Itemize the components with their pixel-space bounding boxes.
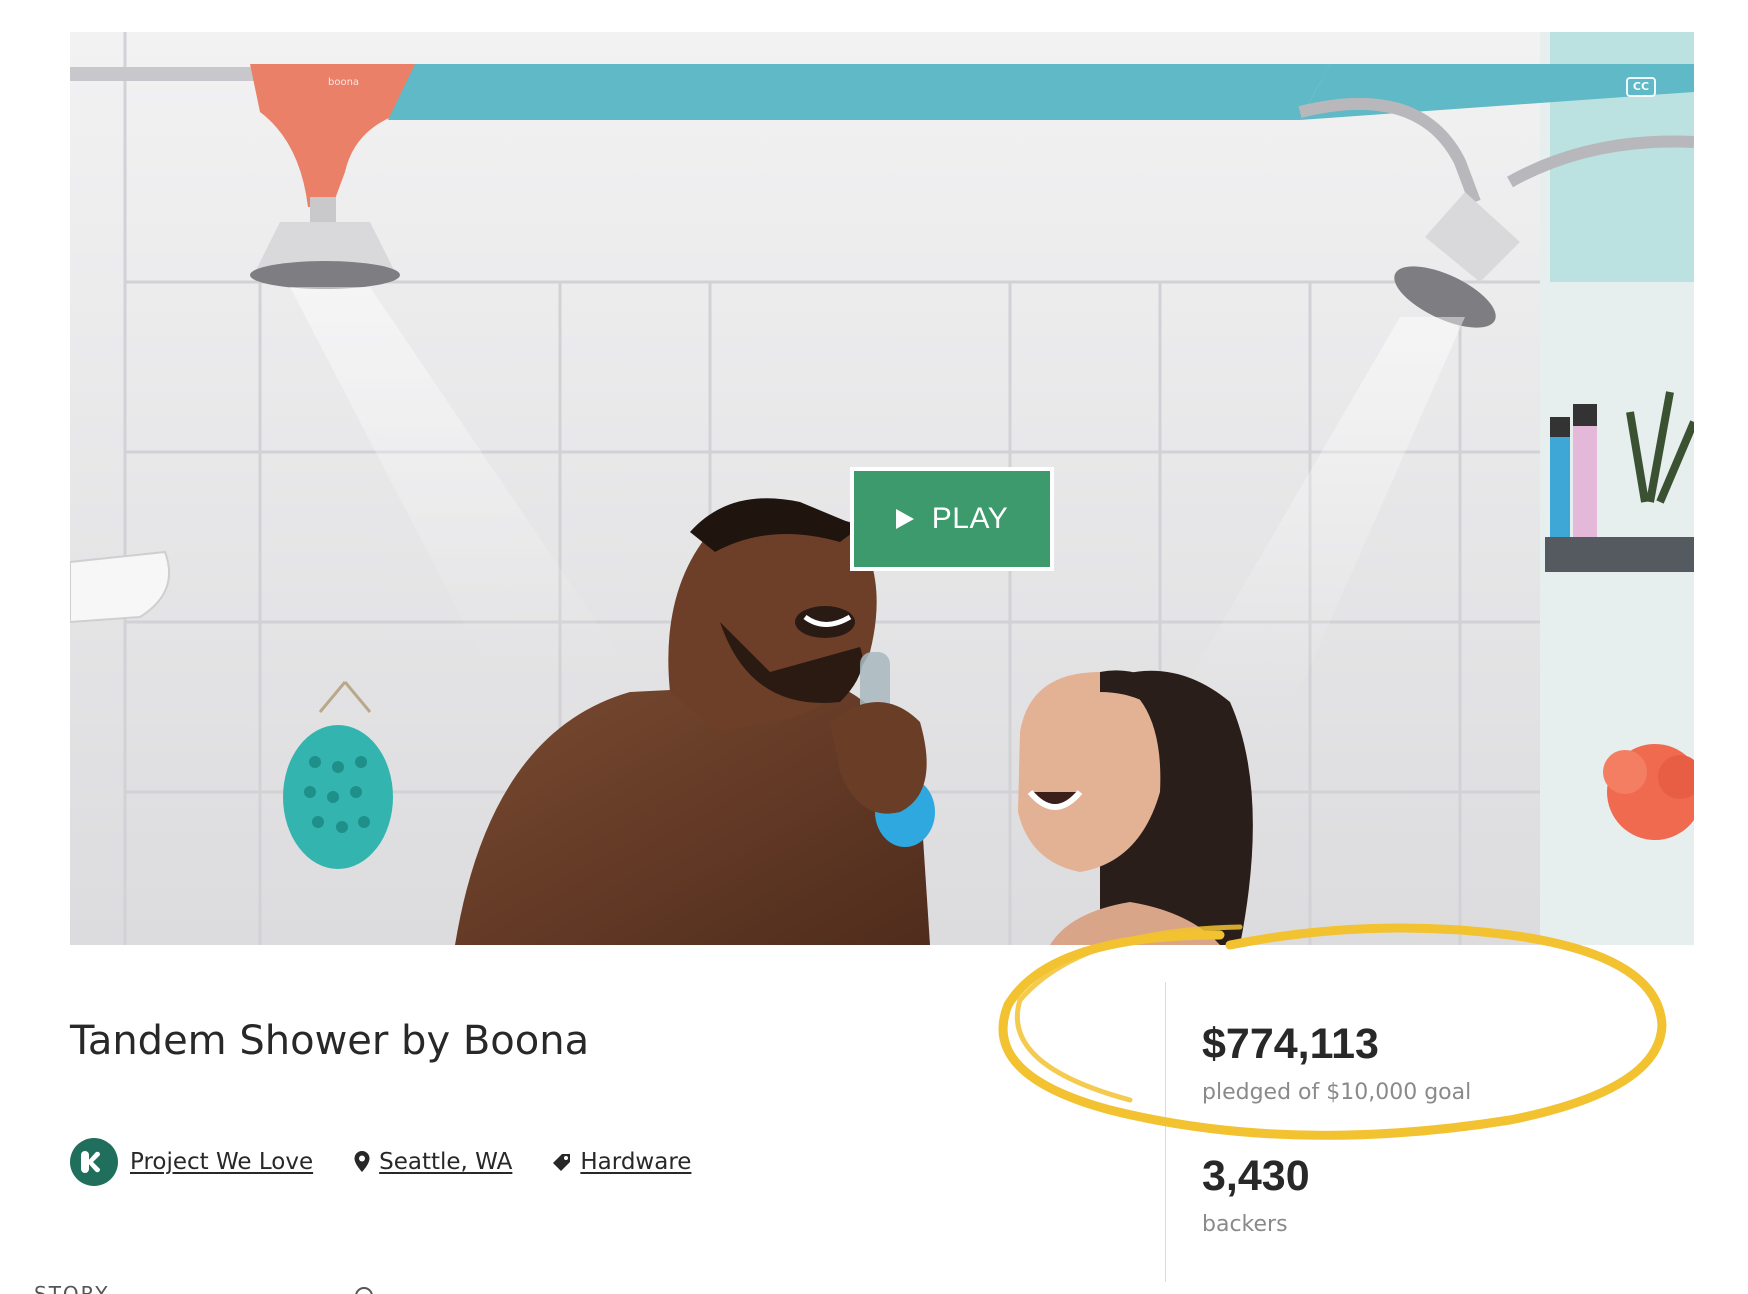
category-item[interactable]: Hardware [552, 1149, 691, 1175]
project-title: Tandem Shower by Boona [70, 1018, 590, 1064]
tab-indicator-icon [355, 1287, 373, 1294]
play-button[interactable]: PLAY [850, 467, 1054, 571]
location-pin-icon [354, 1151, 370, 1172]
project-we-love-badge[interactable]: Project We Love [70, 1138, 313, 1186]
goal-text: pledged of $10,000 goal [1202, 1080, 1472, 1105]
project-we-love-link[interactable]: Project We Love [130, 1149, 313, 1175]
pledged-amount: $774,113 [1202, 1020, 1379, 1068]
tag-icon [553, 1154, 571, 1171]
play-icon [895, 509, 914, 529]
stats-divider [1165, 982, 1166, 1282]
project-meta: Project We Love Seattle, WA Hardware [70, 1138, 691, 1186]
kickstarter-k-icon [70, 1138, 118, 1186]
category-link[interactable]: Hardware [580, 1149, 691, 1175]
location-link[interactable]: Seattle, WA [379, 1149, 512, 1175]
backers-label: backers [1202, 1212, 1288, 1237]
project-page: boona CC PLAY Tandem Shower by Boona Pro… [0, 0, 1748, 1294]
project-video[interactable]: boona CC PLAY [70, 32, 1694, 945]
tab-story[interactable]: STORY [34, 1282, 110, 1294]
closed-captions-icon[interactable]: CC [1626, 77, 1656, 97]
backers-count: 3,430 [1202, 1152, 1310, 1200]
location-item[interactable]: Seattle, WA [353, 1149, 512, 1175]
brand-mark: boona [328, 77, 359, 88]
play-label: PLAY [931, 502, 1009, 535]
